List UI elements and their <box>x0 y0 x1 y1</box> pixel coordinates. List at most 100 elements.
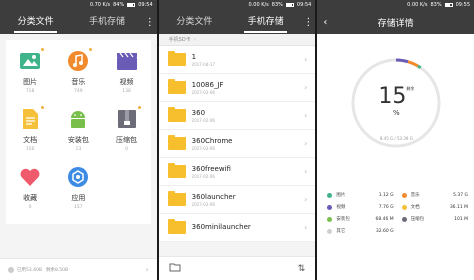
folder-icon <box>167 163 186 178</box>
apps-icon <box>67 166 89 188</box>
used-total-text: 8.45 G / 53.39 G <box>379 136 413 141</box>
storage-summary[interactable]: 已用53.40B 剩余8.50B › <box>0 258 157 280</box>
storage-screen: 0.00 K/s 83% 09:54 分类文件 手机存储 ⋮ 手机SD卡 › 1… <box>158 0 316 280</box>
category-apk[interactable]: 安装包 13 <box>54 108 102 166</box>
folder-icon <box>167 191 186 206</box>
legend-swatch <box>327 228 333 234</box>
new-folder-icon[interactable] <box>169 262 181 275</box>
folder-date: 2017-02-06 <box>191 173 215 179</box>
categories-screen: 0.70 K/s 84% 09:54 分类文件 手机存储 ⋮ 图片 718 音乐… <box>0 0 157 280</box>
category-document[interactable]: 文档 156 <box>6 106 54 166</box>
folder-date: 2017-02-06 <box>191 145 215 151</box>
folder-icon <box>167 79 186 94</box>
legend-swatch <box>327 216 333 222</box>
storage-detail-body: 15剩余% 8.45 G / 53.39 G 图片 1.12 G 音乐 5.37 G… <box>317 34 474 280</box>
folder-icon <box>167 135 186 150</box>
category-count: 156 <box>25 147 35 152</box>
category-count: 138 <box>122 89 131 94</box>
folder-name: 360minilauncher <box>191 223 251 231</box>
category-label: 图片 <box>23 78 38 86</box>
legend-item: 压缩包 101 M <box>401 216 468 222</box>
more-menu-icon[interactable]: ⋮ <box>143 17 157 28</box>
battery-icon <box>285 3 294 7</box>
category-music[interactable]: 音乐 749 <box>54 48 102 108</box>
tab-storage[interactable]: 手机存储 <box>230 10 301 34</box>
list-item[interactable]: 360Chrome 2017-02-06 › <box>158 130 316 158</box>
document-icon <box>19 106 45 130</box>
folder-icon <box>167 107 186 122</box>
category-count: 749 <box>74 89 83 94</box>
list-item[interactable]: 360launcher 2017-02-06 › <box>158 186 316 214</box>
category-label: 压缩包 <box>116 136 138 144</box>
category-label: 收藏 <box>23 194 38 202</box>
list-item[interactable]: 1 2017-04-17 › <box>158 46 316 74</box>
storage-detail-screen: 0.00 K/s 83% 09:55 ‹ 存储详情 15剩余% 8.45 G /… <box>317 0 474 280</box>
video-icon <box>116 50 138 72</box>
breadcrumb[interactable]: 手机SD卡 › <box>158 34 316 46</box>
status-bar: 0.70 K/s 84% 09:54 <box>0 0 157 10</box>
chevron-right-icon: › <box>145 265 149 274</box>
folder-name: 360 <box>191 108 206 117</box>
tab-categories[interactable]: 分类文件 <box>0 10 71 34</box>
folder-name: 1 <box>191 52 197 61</box>
network-speed: 0.00 K/s <box>248 2 269 8</box>
legend-swatch <box>401 204 407 210</box>
legend-item: 图片 1.12 G <box>327 192 394 198</box>
bottom-toolbar: ⇅ <box>158 256 316 280</box>
free-space: 剩余8.50B <box>45 267 69 273</box>
tab-categories[interactable]: 分类文件 <box>159 10 230 34</box>
legend-swatch <box>401 216 407 222</box>
list-item[interactable]: 360minilauncher › <box>158 214 316 242</box>
chevron-right-icon: › <box>304 167 308 176</box>
category-archive[interactable]: 压缩包 0 <box>102 106 150 166</box>
new-indicator <box>137 106 141 109</box>
legend-item: 安装包 68.46 M <box>327 216 394 222</box>
image-icon <box>19 48 45 72</box>
folder-name: 360launcher <box>191 192 236 201</box>
used-space: 已用53.40B <box>17 267 42 273</box>
category-count: 157 <box>74 205 83 210</box>
category-label: 文档 <box>23 136 38 144</box>
legend-item: 视频 7.76 G <box>327 204 394 210</box>
folder-name: 10086_JF <box>191 80 224 89</box>
category-count: 0 <box>28 205 32 210</box>
heart-icon <box>19 166 41 188</box>
clock: 09:55 <box>455 2 471 8</box>
chevron-right-icon: › <box>304 195 308 204</box>
storage-icon <box>8 266 14 273</box>
chevron-right-icon: › <box>304 55 308 64</box>
folder-name: 360Chrome <box>191 136 233 145</box>
breadcrumb-root[interactable]: 手机SD卡 <box>169 36 191 43</box>
app-bar: ‹ 存储详情 <box>317 10 474 34</box>
new-indicator <box>41 106 45 109</box>
chevron-right-icon: › <box>193 36 196 43</box>
page-title: 存储详情 <box>377 18 414 29</box>
category-label: 音乐 <box>71 78 86 86</box>
chevron-right-icon: › <box>304 83 308 92</box>
category-favorites[interactable]: 收藏 0 <box>6 166 54 224</box>
new-indicator <box>41 48 45 51</box>
tab-storage[interactable]: 手机存储 <box>71 10 142 34</box>
battery-icon <box>127 3 136 7</box>
back-arrow-icon[interactable]: ‹ <box>317 17 333 28</box>
sort-icon[interactable]: ⇅ <box>298 264 306 274</box>
category-count: 13 <box>75 147 82 152</box>
category-apps[interactable]: 应用 157 <box>54 166 102 224</box>
folder-date: 2017-02-06 <box>191 201 215 207</box>
list-item[interactable]: 360freewifi 2017-02-06 › <box>158 158 316 186</box>
chevron-right-icon: › <box>304 111 308 120</box>
category-video[interactable]: 视频 138 <box>102 50 150 108</box>
category-image[interactable]: 图片 718 <box>6 48 54 108</box>
more-menu-icon[interactable]: ⋮ <box>301 17 315 28</box>
folder-name: 360freewifi <box>191 164 231 173</box>
list-item[interactable]: 10086_JF 2017-02-06 › <box>158 74 316 102</box>
chevron-right-icon: › <box>304 139 308 148</box>
legend-item: 其它 32.60 G <box>327 228 394 234</box>
status-bar: 0.00 K/s 83% 09:54 <box>158 0 316 10</box>
battery-level: 83% <box>271 2 283 8</box>
app-bar: 分类文件 手机存储 ⋮ <box>158 10 316 34</box>
list-item[interactable]: 360 2017-02-06 › <box>158 102 316 130</box>
storage-legend: 图片 1.12 G 音乐 5.37 G 视频 7.76 G 文档 36.11 M 安装包… <box>327 192 468 234</box>
legend-swatch <box>327 192 333 198</box>
folder-date: 2017-04-17 <box>191 61 215 67</box>
